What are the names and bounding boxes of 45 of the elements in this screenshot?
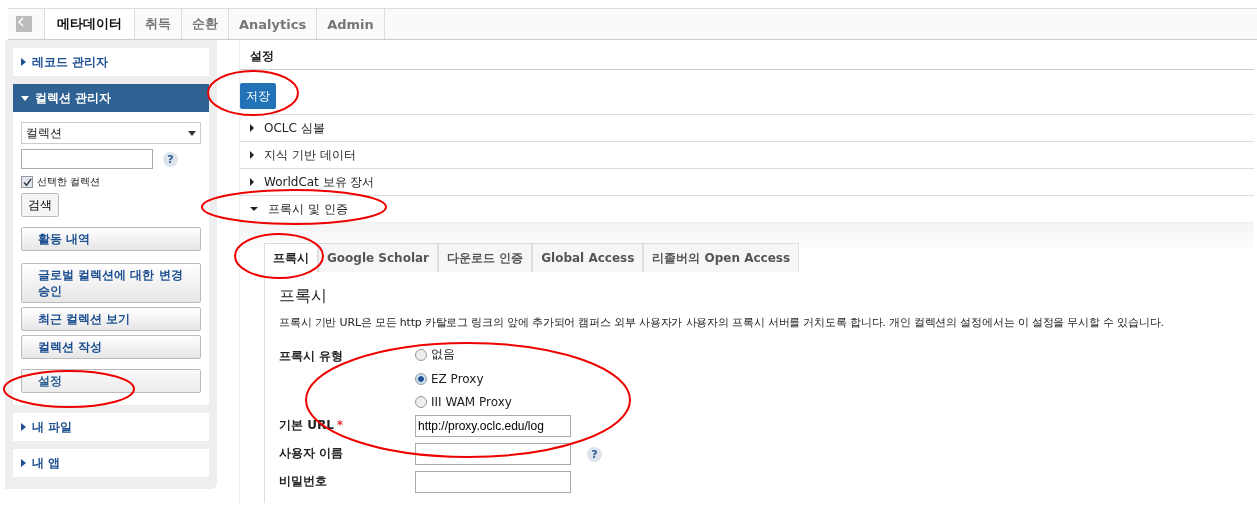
action-button[interactable]: 최근 컬렉션 보기 — [21, 307, 201, 331]
checkbox-label: 선택한 컬렉션 — [37, 175, 101, 189]
checkbox[interactable] — [21, 176, 33, 188]
nav-tab[interactable]: 메타데이터 — [44, 9, 134, 39]
action-button[interactable]: 설정 — [21, 369, 201, 393]
action-button[interactable]: 컬렉션 작성 — [21, 335, 201, 359]
nav-tab[interactable]: Admin — [316, 9, 385, 39]
input-field[interactable]: http://proxy.oclc.edu/log — [415, 415, 571, 437]
radio-label: III WAM Proxy — [431, 395, 512, 409]
tab[interactable]: Google Scholar — [318, 243, 439, 272]
accordion-section[interactable]: 지식 기반 데이터 — [240, 141, 1254, 168]
field-label: 사용자 이름 — [279, 446, 344, 460]
action-button[interactable]: 활동 내역 — [21, 227, 201, 251]
field-label: 비밀번호 — [279, 474, 327, 488]
tab[interactable]: 다운로드 인증 — [438, 243, 533, 272]
search-field[interactable] — [21, 149, 153, 169]
radio-button[interactable] — [415, 373, 427, 385]
search-button[interactable]: 검색 — [21, 193, 59, 217]
radio-label: EZ Proxy — [431, 372, 484, 386]
accordion-section[interactable]: OCLC 심볼 — [240, 114, 1254, 141]
required-mark: * — [336, 418, 344, 432]
description-text: 프록시 기반 URL은 모든 http 카탈로그 링크의 앞에 추가되어 캠퍼스 외부 사용자가 사용자의 프록시 서버를 거치도록 합니다. 개인 컬렉션의 설정에서는 이 설정을 무시할 수 있습니다. — [279, 315, 1165, 330]
page-title: 설정 — [240, 43, 1254, 70]
panel-header[interactable]: 컬렉션 관리자 — [13, 84, 209, 112]
radio-button[interactable] — [415, 396, 427, 408]
input-field[interactable] — [415, 471, 571, 493]
caret-icon — [188, 130, 196, 136]
tab[interactable]: 리졸버의 Open Access — [643, 243, 800, 272]
nav-tab[interactable]: Analytics — [228, 9, 317, 39]
tab[interactable]: Global Access — [532, 243, 644, 272]
action-button[interactable]: 글로벌 컬렉션에 대한 변경 승인 — [21, 263, 201, 303]
input-field[interactable] — [415, 443, 571, 465]
radio-button[interactable] — [415, 348, 427, 361]
tab[interactable]: 프록시 — [264, 243, 318, 272]
radio-label: 없음 — [431, 346, 455, 363]
accordion-section[interactable]: 프록시 및 인증 — [240, 195, 1254, 223]
collection-dropdown[interactable]: 컬렉션 — [21, 122, 201, 144]
help-icon[interactable]: ? — [587, 447, 602, 462]
chevron-left-icon — [16, 17, 26, 27]
nav-tab[interactable]: 순환 — [181, 9, 228, 39]
nav-tab[interactable]: 취득 — [134, 9, 181, 39]
save-button[interactable]: 저장 — [240, 83, 276, 109]
section-heading: 프록시 — [279, 286, 328, 307]
help-icon[interactable]: ? — [163, 151, 178, 167]
back-button[interactable] — [16, 16, 32, 32]
